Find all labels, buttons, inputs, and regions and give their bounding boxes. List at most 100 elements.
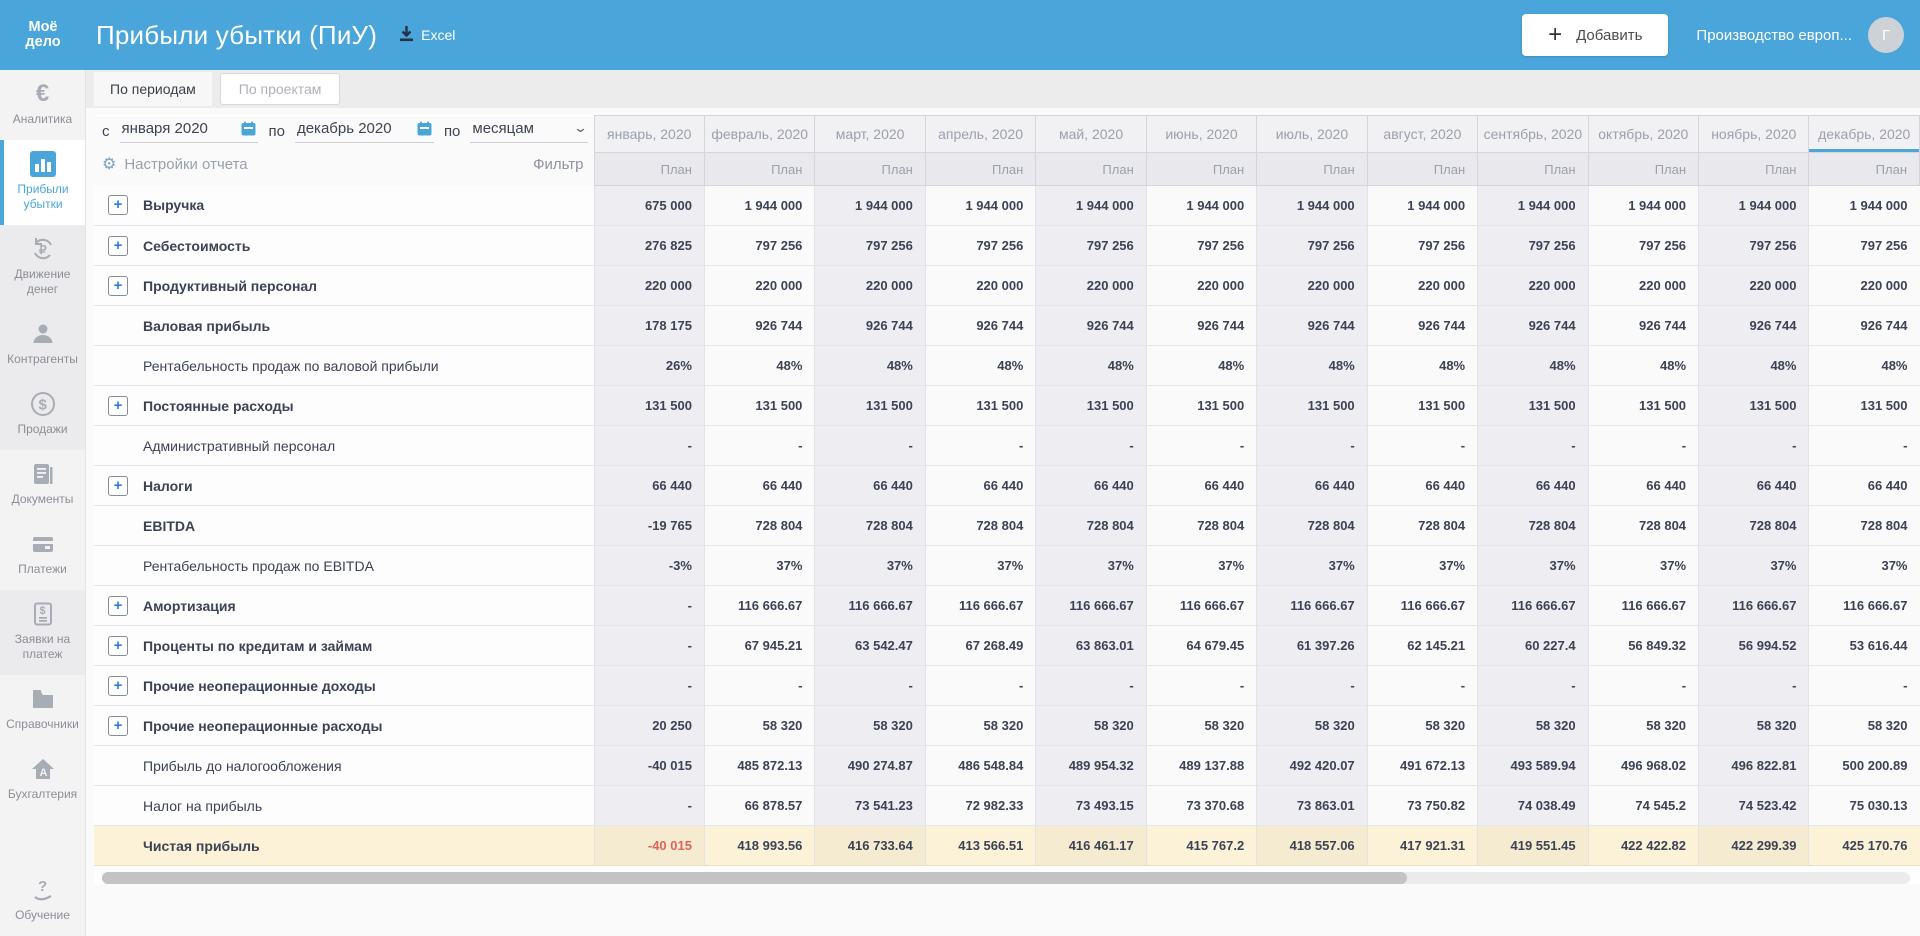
value-cell: 220 000 (1036, 266, 1146, 306)
period-controls-cell: с января 2020 по декабрь 2020 (94, 116, 594, 153)
sidebar-item-cashflow[interactable]: ₽Движение денег (0, 225, 85, 310)
value-cell: 37% (1146, 546, 1256, 586)
moe-delo-logo[interactable]: Моё дело (0, 20, 86, 50)
month-column-header[interactable]: март, 2020 (815, 116, 925, 153)
sidebar-item-partners[interactable]: Контрагенты (0, 310, 85, 380)
value-cell: 73 541.23 (815, 786, 925, 826)
expand-row-button[interactable]: + (108, 716, 128, 736)
value-cell: 926 744 (815, 306, 925, 346)
sidebar-item-sales[interactable]: $Продажи (0, 380, 85, 450)
company-selector[interactable]: Производство европ... (1696, 27, 1852, 44)
value-cell: 491 672.13 (1367, 746, 1477, 786)
value-cell: - (1036, 666, 1146, 706)
expand-row-button[interactable]: + (108, 636, 128, 656)
month-column-header[interactable]: октябрь, 2020 (1588, 116, 1698, 153)
sidebar-item-accounting[interactable]: АБухгалтерия (0, 745, 85, 815)
row-label: Себестоимость (143, 238, 250, 254)
expand-row-button[interactable]: + (108, 195, 128, 215)
tab-by-periods[interactable]: По периодам (94, 72, 212, 106)
value-cell: 220 000 (1478, 266, 1588, 306)
value-cell: 116 666.67 (1809, 586, 1920, 626)
add-button[interactable]: + Добавить (1522, 14, 1668, 56)
value-cell: 1 944 000 (1146, 186, 1256, 226)
month-column-header[interactable]: август, 2020 (1367, 116, 1477, 153)
sidebar-item-directories[interactable]: Справочники (0, 675, 85, 745)
month-column-header[interactable]: декабрь, 2020 (1809, 116, 1920, 153)
sidebar-item-payment-requests[interactable]: $Заявки на платеж (0, 590, 85, 675)
month-column-header[interactable]: сентябрь, 2020 (1478, 116, 1588, 153)
indent-spacer (108, 316, 128, 336)
filter-link[interactable]: Фильтр (533, 156, 583, 173)
value-cell: 66 440 (1588, 466, 1698, 506)
sidebar-item-payments[interactable]: Платежи (0, 520, 85, 590)
value-cell: 37% (815, 546, 925, 586)
avatar[interactable]: Г (1868, 17, 1904, 53)
month-column-header[interactable]: ноябрь, 2020 (1699, 116, 1809, 153)
value-cell: 926 744 (704, 306, 814, 346)
plan-header-cell: План (1257, 153, 1367, 186)
value-cell: 926 744 (925, 306, 1035, 346)
month-column-header[interactable]: июль, 2020 (1257, 116, 1367, 153)
expand-row-button[interactable]: + (108, 276, 128, 296)
add-button-label: Добавить (1576, 27, 1642, 44)
education-icon: ? (3, 877, 82, 903)
value-cell: 926 744 (1809, 306, 1920, 346)
value-cell: 37% (1478, 546, 1588, 586)
row-label-cell: + Себестоимость (94, 226, 594, 266)
expand-row-button[interactable]: + (108, 236, 128, 256)
expand-row-button[interactable]: + (108, 396, 128, 416)
period-to-input[interactable]: декабрь 2020 (295, 120, 434, 143)
value-cell: 66 440 (1036, 466, 1146, 506)
sidebar-item-label: Обучение (3, 908, 82, 923)
value-cell: - (1367, 666, 1477, 706)
period-from-input[interactable]: января 2020 (120, 120, 259, 143)
row-label-cell: +Проценты по кредитам и займам (94, 626, 594, 666)
value-cell: 1 944 000 (1036, 186, 1146, 226)
value-cell: 797 256 (815, 226, 925, 266)
month-column-header[interactable]: май, 2020 (1036, 116, 1146, 153)
horizontal-scrollbar-thumb[interactable] (102, 872, 1407, 884)
value-cell: 116 666.67 (925, 586, 1035, 626)
month-column-header[interactable]: апрель, 2020 (925, 116, 1035, 153)
row-label-cell: Рентабельность продаж по EBITDA (94, 546, 594, 586)
accounting-icon: А (3, 756, 82, 782)
value-cell: 418 993.56 (704, 826, 814, 866)
row-label-cell: Административный персонал (94, 426, 594, 466)
month-column-header[interactable]: январь, 2020 (594, 116, 704, 153)
value-cell: 1 944 000 (1809, 186, 1920, 226)
calendar-icon (417, 121, 432, 136)
value-cell: 418 557.06 (1257, 826, 1367, 866)
sidebar-item-education[interactable]: ? Обучение (0, 866, 85, 936)
value-cell: 66 440 (1478, 466, 1588, 506)
group-by-dropdown[interactable]: месяцам ⌄ (470, 120, 587, 143)
month-column-header[interactable]: февраль, 2020 (704, 116, 814, 153)
row-label: Продуктивный персонал (143, 278, 317, 294)
value-cell: - (1257, 666, 1367, 706)
value-cell: - (704, 666, 814, 706)
expand-row-button[interactable]: + (108, 596, 128, 616)
value-cell: 797 256 (1367, 226, 1477, 266)
value-cell: 220 000 (594, 266, 704, 306)
expand-row-button[interactable]: + (108, 676, 128, 696)
value-cell: - (1257, 426, 1367, 466)
svg-text:?: ? (38, 878, 47, 895)
month-column-header[interactable]: июнь, 2020 (1146, 116, 1256, 153)
value-cell: 53 616.44 (1809, 626, 1920, 666)
sidebar-item-analytics[interactable]: €Аналитика (0, 70, 85, 140)
value-cell: 58 320 (1146, 706, 1256, 746)
row-label-cell: Рентабельность продаж по валовой прибыли (94, 346, 594, 386)
tab-by-projects[interactable]: По проектам (220, 73, 341, 105)
value-cell: 131 500 (1367, 386, 1477, 426)
plan-header-cell: План (1699, 153, 1809, 186)
report-settings-link[interactable]: Настройки отчета (124, 156, 247, 173)
sidebar-item-label: Аналитика (3, 112, 82, 127)
expand-row-button[interactable]: + (108, 476, 128, 496)
row-label: Валовая прибыль (143, 318, 270, 334)
export-excel-button[interactable]: Excel (399, 26, 455, 45)
value-cell: 1 944 000 (704, 186, 814, 226)
sidebar-item-profit-loss[interactable]: Прибыли убытки (0, 140, 85, 225)
sidebar-item-documents[interactable]: Документы (0, 450, 85, 520)
value-cell: 220 000 (704, 266, 814, 306)
row-label: Налог на прибыль (143, 798, 262, 814)
row-label-cell: +Выручка (94, 186, 594, 226)
